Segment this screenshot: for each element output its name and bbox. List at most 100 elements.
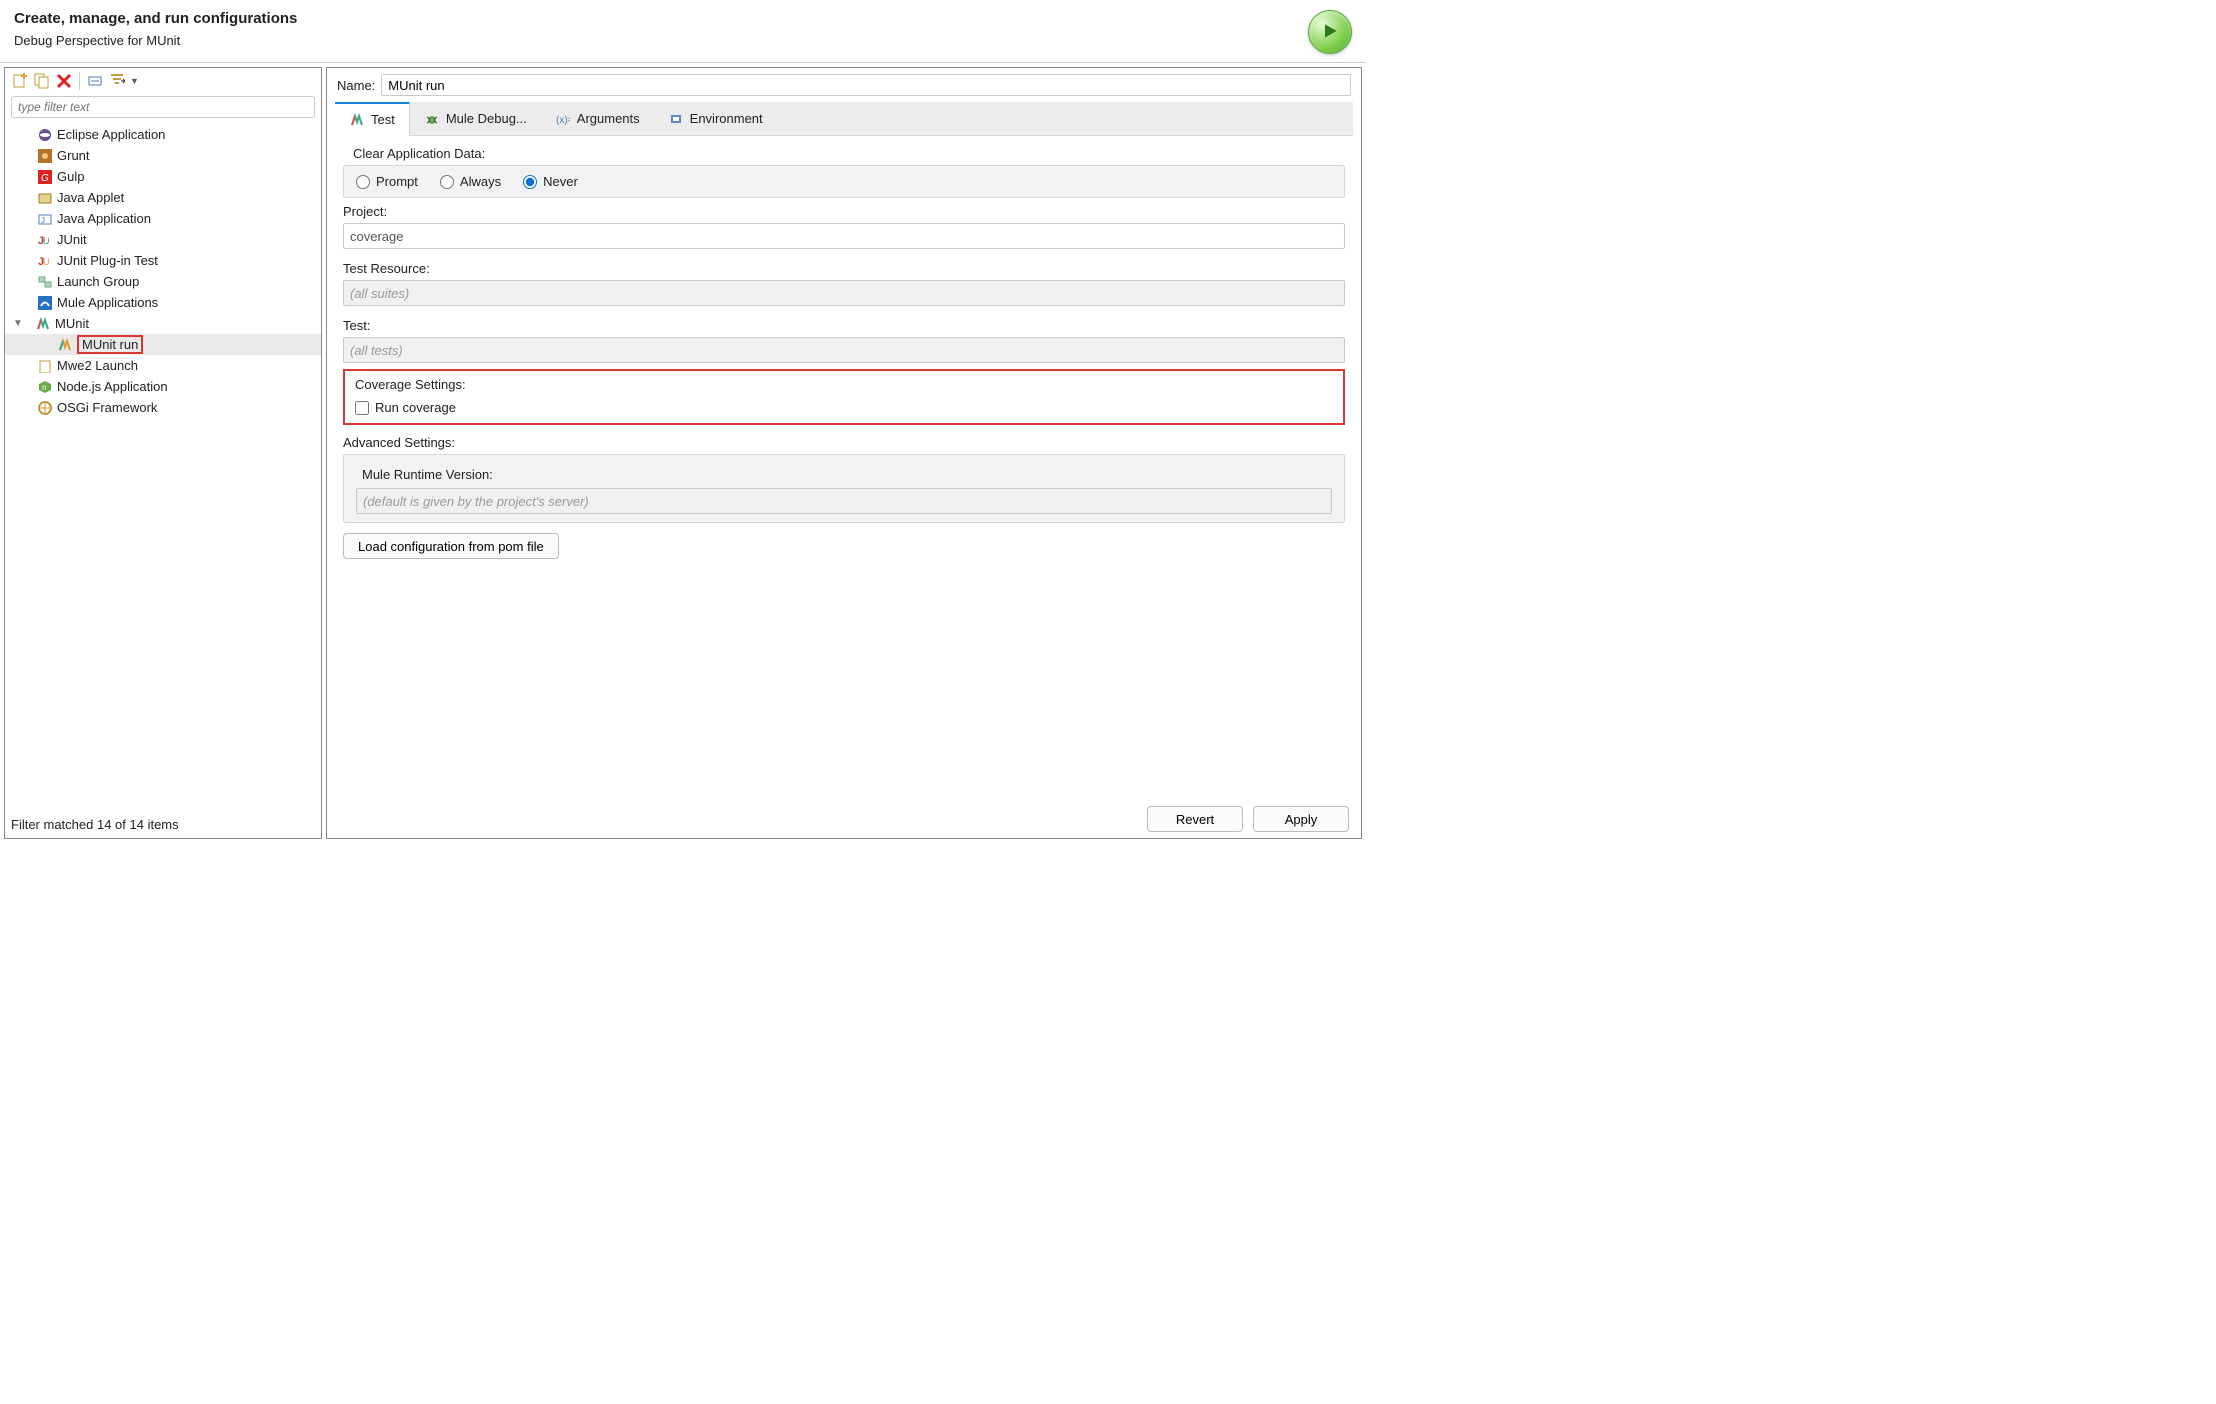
bug-icon [424,111,440,127]
java-applet-icon [37,190,53,206]
tree-label: Gulp [57,169,84,184]
gulp-icon: G [37,169,53,185]
tree-item-gulp[interactable]: G Gulp [5,166,321,187]
new-config-icon[interactable] [11,72,29,90]
filter-status: Filter matched 14 of 14 items [5,813,321,838]
tree-toolbar: ▼ [5,68,321,94]
junit-plugin-icon: JU [37,253,53,269]
tree-label: MUnit [55,316,89,331]
tree-item-junit[interactable]: JU JUnit [5,229,321,250]
tree-item-eclipse-application[interactable]: Eclipse Application [5,124,321,145]
launch-group-icon [37,274,53,290]
runtime-label: Mule Runtime Version: [362,467,1332,482]
tree-label: Java Application [57,211,151,226]
dialog-title: Create, manage, and run configurations [14,10,297,27]
tree-label: Node.js Application [57,379,168,394]
svg-text:J: J [41,216,45,225]
munit-icon [35,316,51,332]
tree-label: Grunt [57,148,90,163]
dialog-subtitle: Debug Perspective for MUnit [14,27,297,48]
run-coverage-checkbox[interactable]: Run coverage [355,396,1339,419]
test-input[interactable] [343,337,1345,363]
coverage-label: Coverage Settings: [355,377,1339,392]
tab-bar: Test Mule Debug... (x)= Arguments Enviro… [335,102,1353,136]
config-tree-panel: ▼ Eclipse Application Grunt G Gulp Java A… [4,67,322,839]
toolbar-separator [79,72,80,90]
tree-label: Mule Applications [57,295,158,310]
tree-item-java-application[interactable]: J Java Application [5,208,321,229]
tab-label: Arguments [577,111,640,126]
tree-label: Eclipse Application [57,127,165,142]
test-resource-label: Test Resource: [343,261,1345,276]
java-app-icon: J [37,211,53,227]
runtime-input[interactable] [356,488,1332,514]
coverage-settings-highlight: Coverage Settings: Run coverage [343,369,1345,425]
filter-icon[interactable] [108,72,126,90]
test-resource-input[interactable] [343,280,1345,306]
svg-text:(x)=: (x)= [556,115,570,126]
radio-always[interactable]: Always [440,174,501,189]
grunt-icon [37,148,53,164]
mwe2-icon [37,358,53,374]
project-input[interactable] [343,223,1345,249]
tree-item-junit-plugin[interactable]: JU JUnit Plug-in Test [5,250,321,271]
tree-item-grunt[interactable]: Grunt [5,145,321,166]
svg-text:G: G [41,173,49,184]
tab-test[interactable]: Test [335,102,410,136]
tree-item-java-applet[interactable]: Java Applet [5,187,321,208]
svg-text:n: n [42,383,46,392]
config-tree[interactable]: Eclipse Application Grunt G Gulp Java App… [5,120,321,813]
tree-item-osgi[interactable]: OSGi Framework [5,397,321,418]
advanced-group: Mule Runtime Version: [343,454,1345,523]
tab-mule-debug[interactable]: Mule Debug... [410,102,541,136]
tree-item-launch-group[interactable]: Launch Group [5,271,321,292]
config-name-input[interactable] [381,74,1351,96]
advanced-label: Advanced Settings: [343,435,1345,450]
tab-label: Mule Debug... [446,111,527,126]
radio-prompt[interactable]: Prompt [356,174,418,189]
delete-config-icon[interactable] [55,72,73,90]
tree-label: JUnit Plug-in Test [57,253,158,268]
tree-label: OSGi Framework [57,400,157,415]
eclipse-icon [37,127,53,143]
tree-label: JUnit [57,232,87,247]
arguments-icon: (x)= [555,111,571,127]
tree-label: Mwe2 Launch [57,358,138,373]
tab-arguments[interactable]: (x)= Arguments [541,102,654,136]
tree-label: MUnit run [77,335,143,354]
mule-icon [37,295,53,311]
tab-label: Test [371,112,395,127]
osgi-icon [37,400,53,416]
filter-input[interactable] [11,96,315,118]
tab-label: Environment [690,111,763,126]
junit-icon: JU [37,232,53,248]
run-button[interactable] [1308,10,1352,54]
tree-item-mule-apps[interactable]: Mule Applications [5,292,321,313]
revert-button[interactable]: Revert [1147,806,1243,832]
munit-tab-icon [349,112,365,128]
tree-label: Java Applet [57,190,124,205]
clear-data-group: Prompt Always Never [343,165,1345,198]
project-label: Project: [343,204,1345,219]
tree-item-nodejs[interactable]: n Node.js Application [5,376,321,397]
dialog-footer: Revert Apply [335,800,1353,832]
nodejs-icon: n [37,379,53,395]
svg-text:U: U [43,236,50,246]
tree-item-mwe2[interactable]: Mwe2 Launch [5,355,321,376]
disclosure-triangle-icon[interactable]: ▼ [13,318,23,329]
tree-item-munit[interactable]: ▼ MUnit [5,313,321,334]
tree-label: Launch Group [57,274,139,289]
tree-item-munit-run[interactable]: MUnit run [5,334,321,355]
munit-run-icon [57,337,73,353]
radio-never[interactable]: Never [523,174,578,189]
dropdown-arrow-icon[interactable]: ▼ [130,76,139,86]
play-icon [1320,21,1340,44]
duplicate-config-icon[interactable] [33,72,51,90]
tab-environment[interactable]: Environment [654,102,777,136]
collapse-all-icon[interactable] [86,72,104,90]
load-from-pom-button[interactable]: Load configuration from pom file [343,533,559,559]
dialog-header: Create, manage, and run configurations D… [0,0,1366,62]
apply-button[interactable]: Apply [1253,806,1349,832]
name-label: Name: [337,78,375,93]
svg-text:U: U [43,257,50,267]
